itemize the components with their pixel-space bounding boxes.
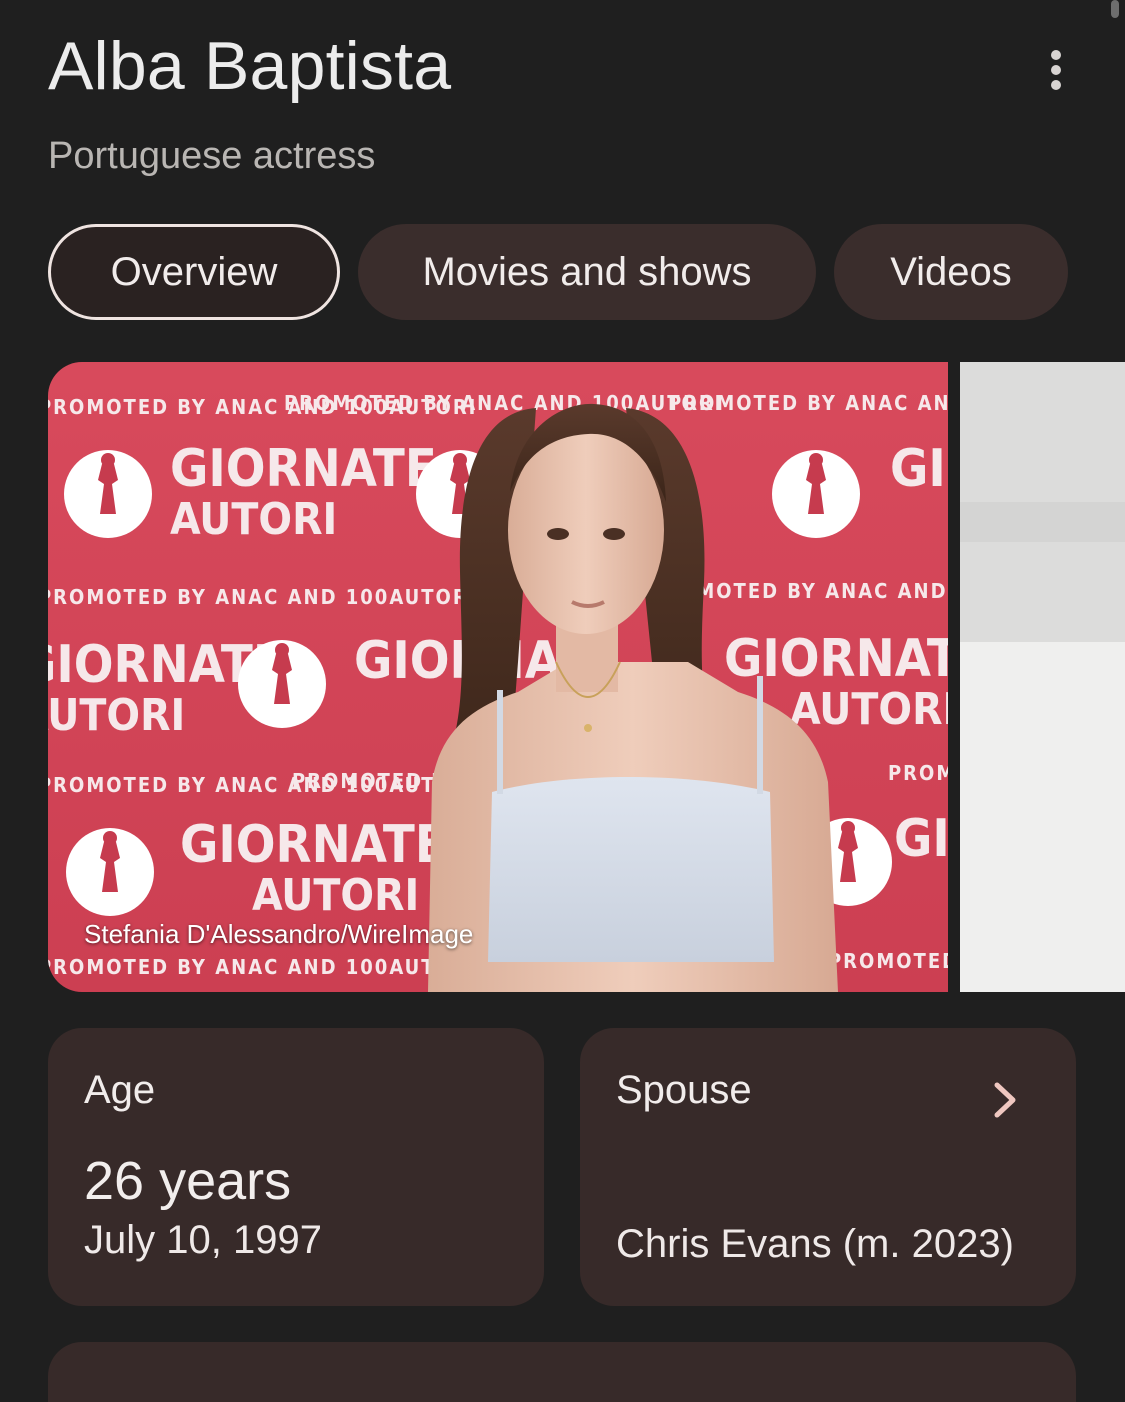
chevron-right-icon [994, 1082, 1016, 1118]
page-title: Alba Baptista [48, 28, 452, 104]
backdrop-logo-text: GIORNATE [890, 439, 948, 499]
backdrop-logo-text: GIORNATE [170, 439, 437, 499]
backdrop-promo-text: PROMOTED BY ANAC AND 100AUTORI [668, 391, 948, 415]
backdrop-promo-text: PROMOTED BY ANAC AND 100AUTORI [48, 585, 477, 609]
tab-overview-label: Overview [110, 249, 278, 294]
backdrop-promo-text: PROMOTED BY ANAC AND 100AUTORI [48, 955, 477, 979]
birth-date: July 10, 1997 [84, 1218, 322, 1262]
tab-movies-and-shows[interactable]: Movies and shows [358, 224, 816, 320]
backdrop-logo-text: GIORNATE [894, 809, 948, 869]
photo-scene: PROMOTED BY ANAC AND 100AUTORI PROMOTED … [48, 362, 948, 992]
backdrop-promo-text: PROMOTED BY ANAC AND 100AUTORI [888, 761, 948, 785]
more-vert-icon [1051, 50, 1061, 90]
more-options-button[interactable] [1030, 44, 1082, 96]
age-value: 26 years [84, 1151, 292, 1211]
backdrop-logo-subtext: AUTORI [48, 690, 185, 741]
tab-overview[interactable]: Overview [48, 224, 340, 320]
backdrop-promo-text: PROMOTED BY ANAC AND 100AUTORI [828, 949, 948, 973]
photo-credit: Stefania D'Alessandro/WireImage [84, 919, 474, 949]
next-photo-preview[interactable] [960, 362, 1125, 992]
next-photo-scene [960, 362, 1125, 992]
tab-videos-label: Videos [890, 249, 1012, 294]
tab-movies-and-shows-label: Movies and shows [422, 249, 752, 294]
next-info-card[interactable] [48, 1342, 1076, 1402]
scrollbar[interactable] [1111, 0, 1119, 18]
age-card: Age 26 years July 10, 1997 [48, 1028, 544, 1306]
backdrop-logo-subtext: AUTORI [790, 684, 948, 735]
backdrop-promo-text: PROMOTED BY ANAC AND 100AUTORI [284, 391, 723, 415]
backdrop-logo-subtext: AUTORI [170, 494, 337, 545]
spouse-value: Chris Evans (m. 2023) [616, 1222, 1014, 1266]
spouse-card[interactable]: Spouse Chris Evans (m. 2023) [580, 1028, 1076, 1306]
spouse-label: Spouse [616, 1068, 752, 1112]
main-photo[interactable]: PROMOTED BY ANAC AND 100AUTORI PROMOTED … [48, 362, 948, 992]
tab-videos[interactable]: Videos [834, 224, 1068, 320]
page-subtitle: Portuguese actress [48, 135, 376, 177]
age-label: Age [84, 1068, 156, 1112]
backdrop-logo-text: GIORNATE [180, 815, 447, 875]
